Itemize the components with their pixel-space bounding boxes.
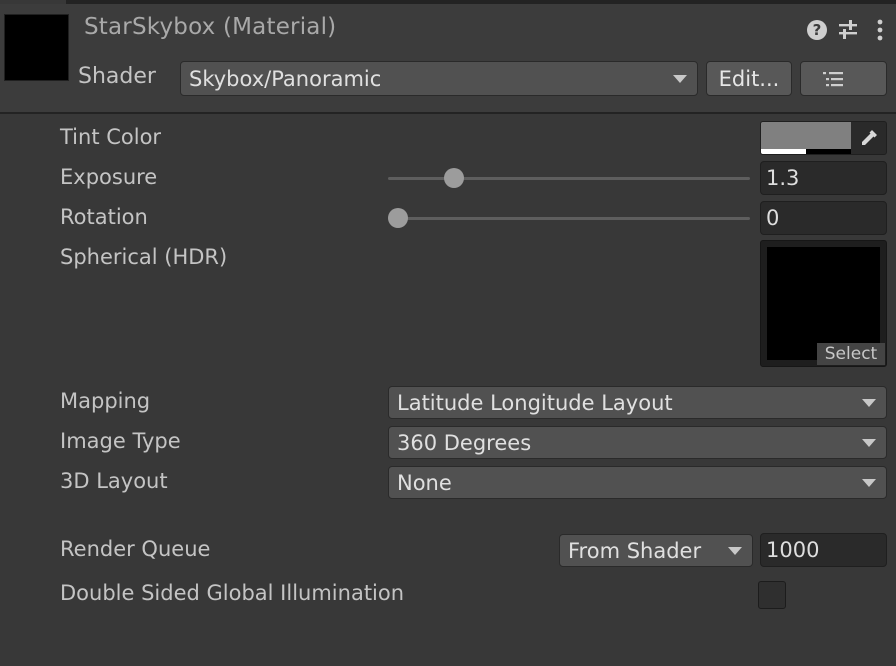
double-sided-gi-checkbox[interactable] [758,581,786,609]
render-queue-field[interactable]: 1000 [760,533,887,567]
image-type-label: Image Type [60,429,181,453]
spherical-label: Spherical (HDR) [60,245,228,269]
spherical-texture-slot[interactable]: Select [760,240,887,367]
layout-3d-value: None [397,470,452,495]
exposure-slider-track[interactable] [388,177,750,180]
rotation-value: 0 [766,206,780,230]
exposure-label: Exposure [60,165,158,189]
layout-3d-dropdown[interactable]: None [388,466,887,499]
material-preview-thumbnail [4,14,69,81]
top-border [0,0,896,4]
shader-dropdown-value: Skybox/Panoramic [189,66,382,91]
exposure-slider-thumb[interactable] [444,168,464,188]
chevron-down-icon [862,398,876,407]
top-border-gap [0,0,66,4]
alpha-bar-black [806,149,851,154]
edit-button-label: Edit... [718,66,780,91]
render-queue-mode-dropdown[interactable]: From Shader [559,534,753,567]
mapping-label: Mapping [60,389,151,413]
layout-3d-label: 3D Layout [60,469,168,493]
tint-color-label: Tint Color [60,125,162,149]
header-separator [0,112,896,114]
shader-dropdown[interactable]: Skybox/Panoramic [180,61,698,96]
kebab-icon[interactable] [870,18,894,42]
list-icon [822,71,843,86]
material-title: StarSkybox (Material) [84,14,337,40]
double-sided-gi-label: Double Sided Global Illumination [60,581,405,605]
chevron-down-icon [673,74,687,83]
edit-shader-button[interactable]: Edit... [706,61,792,96]
render-queue-label: Render Queue [60,537,211,561]
render-queue-value: 1000 [766,538,820,562]
eyedropper-icon[interactable] [852,122,886,154]
shader-label: Shader [78,64,156,89]
chevron-down-icon [862,438,876,447]
mapping-value: Latitude Longitude Layout [397,390,673,415]
help-icon[interactable]: ? [805,18,829,42]
render-queue-mode-value: From Shader [568,538,702,563]
rotation-field[interactable]: 0 [760,201,887,235]
mapping-dropdown[interactable]: Latitude Longitude Layout [388,386,887,419]
chevron-down-icon [862,478,876,487]
rotation-label: Rotation [60,205,148,229]
texture-select-button[interactable]: Select [817,343,885,365]
exposure-value: 1.3 [766,166,800,190]
alpha-bar-white [761,149,806,154]
tint-color-swatch[interactable] [761,122,851,149]
image-type-dropdown[interactable]: 360 Degrees [388,426,887,459]
exposure-field[interactable]: 1.3 [760,161,887,195]
rotation-slider-thumb[interactable] [388,208,408,228]
tint-color-field[interactable] [760,121,887,155]
shader-options-button[interactable] [800,61,887,96]
image-type-value: 360 Degrees [397,430,532,455]
rotation-slider-track[interactable] [388,217,750,220]
sliders-icon[interactable] [836,18,860,42]
chevron-down-icon [728,546,742,555]
